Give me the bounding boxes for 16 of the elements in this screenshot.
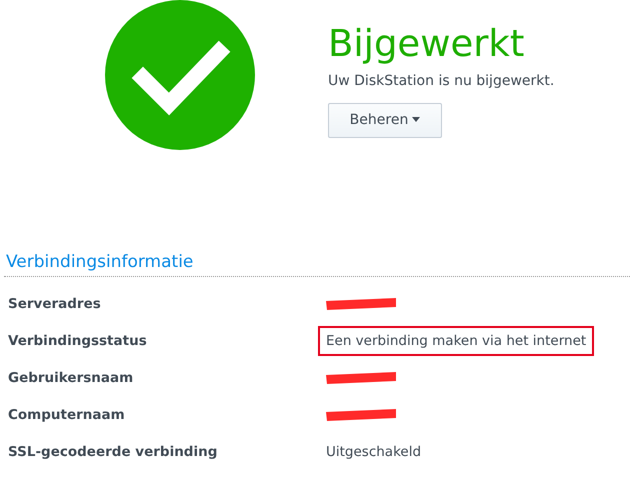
caret-icon bbox=[412, 117, 420, 122]
field-label: SSL-gecodeerde verbinding bbox=[7, 442, 218, 462]
field-value: Uitgeschakeld bbox=[326, 442, 422, 462]
section-title: Verbindingsinformatie bbox=[6, 252, 194, 274]
checkmark-icon bbox=[105, 0, 255, 150]
field-label: Computernaam bbox=[7, 406, 126, 425]
manage-dropdown-button[interactable]: Beheren bbox=[328, 102, 442, 138]
field-label: Verbindingsstatus bbox=[7, 332, 148, 351]
redaction-mark bbox=[326, 298, 396, 310]
field-value: Een verbinding maken via het internet bbox=[318, 326, 594, 356]
redaction-mark bbox=[326, 408, 396, 421]
status-title: Bijgewerkt bbox=[328, 24, 526, 65]
redaction-mark bbox=[326, 372, 396, 384]
status-message: Uw DiskStation is nu bijgewerkt. bbox=[328, 72, 554, 91]
field-label: Gebruikersnaam bbox=[7, 368, 134, 388]
field-label: Serveradres bbox=[7, 294, 102, 314]
